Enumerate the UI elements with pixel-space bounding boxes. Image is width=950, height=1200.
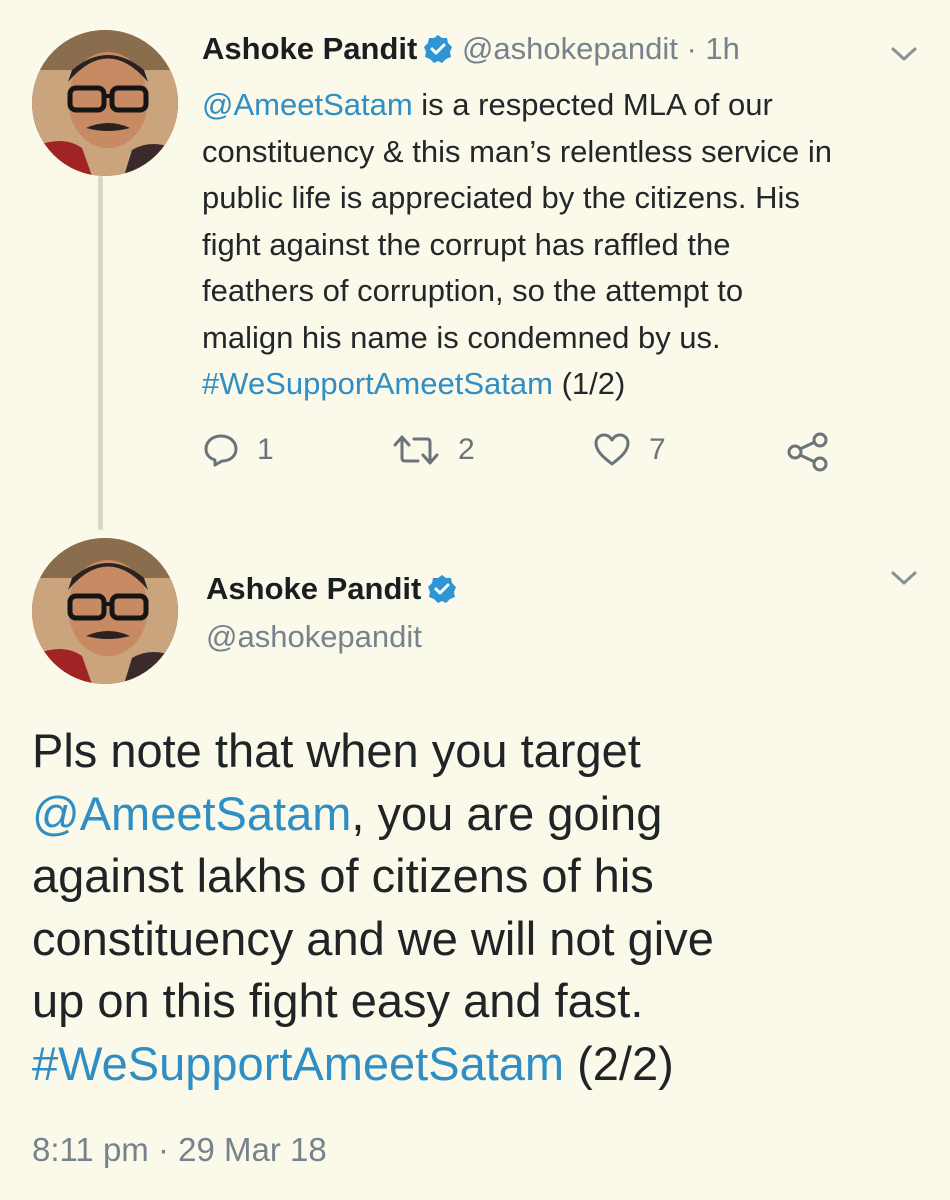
author-handle[interactable]: @ashokepandit xyxy=(206,618,422,656)
share-icon xyxy=(787,432,828,472)
verified-badge-icon xyxy=(423,34,453,64)
mention-link[interactable]: @AmeetSatam xyxy=(202,87,413,122)
tweet-text-line: Pls note that when you target xyxy=(32,724,641,777)
chevron-down-icon[interactable] xyxy=(889,568,919,588)
thread-counter: (1/2) xyxy=(552,366,626,401)
like-count: 7 xyxy=(649,433,666,466)
tweet-1-actions: 1 2 7 xyxy=(0,432,950,480)
like-button[interactable]: 7 xyxy=(593,432,666,468)
avatar-photo-icon xyxy=(32,30,178,176)
hashtag-link[interactable]: #WeSupportAmeetSatam xyxy=(202,366,553,401)
retweet-count: 2 xyxy=(458,433,475,466)
thread-counter: (2/2) xyxy=(564,1036,674,1090)
chevron-down-icon[interactable] xyxy=(889,44,919,64)
tweet-timestamp[interactable]: 8:11 pm · 29 Mar 18 xyxy=(32,1130,327,1170)
tweet-text-line: is a respected MLA of our xyxy=(412,87,773,122)
avatar-photo-icon xyxy=(32,538,178,684)
tweet-time[interactable]: · 1h xyxy=(686,31,739,66)
author-name[interactable]: Ashoke Pandit xyxy=(202,31,417,66)
avatar[interactable] xyxy=(32,538,178,684)
retweet-button[interactable]: 2 xyxy=(392,432,475,468)
reply-icon xyxy=(204,434,238,467)
like-heart-icon xyxy=(594,433,630,466)
hashtag-link[interactable]: #WeSupportAmeetSatam xyxy=(32,1037,564,1090)
tweet-1-text: @AmeetSatam is a respected MLA of our co… xyxy=(202,82,932,408)
reply-button[interactable]: 1 xyxy=(203,432,274,468)
author-handle[interactable]: @ashokepandit xyxy=(462,31,678,66)
tweet-text-line: fight against the corrupt has raffled th… xyxy=(202,226,731,262)
verified-badge-icon xyxy=(427,574,457,604)
tweet-text-line: public life is appreciated by the citize… xyxy=(202,180,800,215)
reply-count: 1 xyxy=(257,433,274,466)
mention-link[interactable]: @AmeetSatam xyxy=(32,787,351,840)
tweet-text-line: constituency and we will not give xyxy=(32,911,714,965)
tweet-text-line: up on this fight easy and fast. xyxy=(32,974,644,1027)
tweet-text-line: feathers of corruption, so the attempt t… xyxy=(202,273,744,308)
tweet-text-line: constituency & this man’s relentless ser… xyxy=(202,133,833,169)
share-button[interactable] xyxy=(786,432,848,472)
tweet-2-header: Ashoke Pandit xyxy=(206,570,457,608)
tweet-2-text: Pls note that when you target @AmeetSata… xyxy=(32,720,932,1095)
tweet-text-line: , you are going xyxy=(351,786,663,840)
author-name[interactable]: Ashoke Pandit xyxy=(206,571,421,606)
avatar[interactable] xyxy=(32,30,178,176)
retweet-icon xyxy=(393,435,439,465)
tweet-1-header: Ashoke Pandit @ashokepandit · 1h xyxy=(202,30,740,68)
tweet-text-line: against lakhs of citizens of his xyxy=(32,849,654,902)
tweet-text-line: malign his name is condemned by us. xyxy=(202,319,721,355)
